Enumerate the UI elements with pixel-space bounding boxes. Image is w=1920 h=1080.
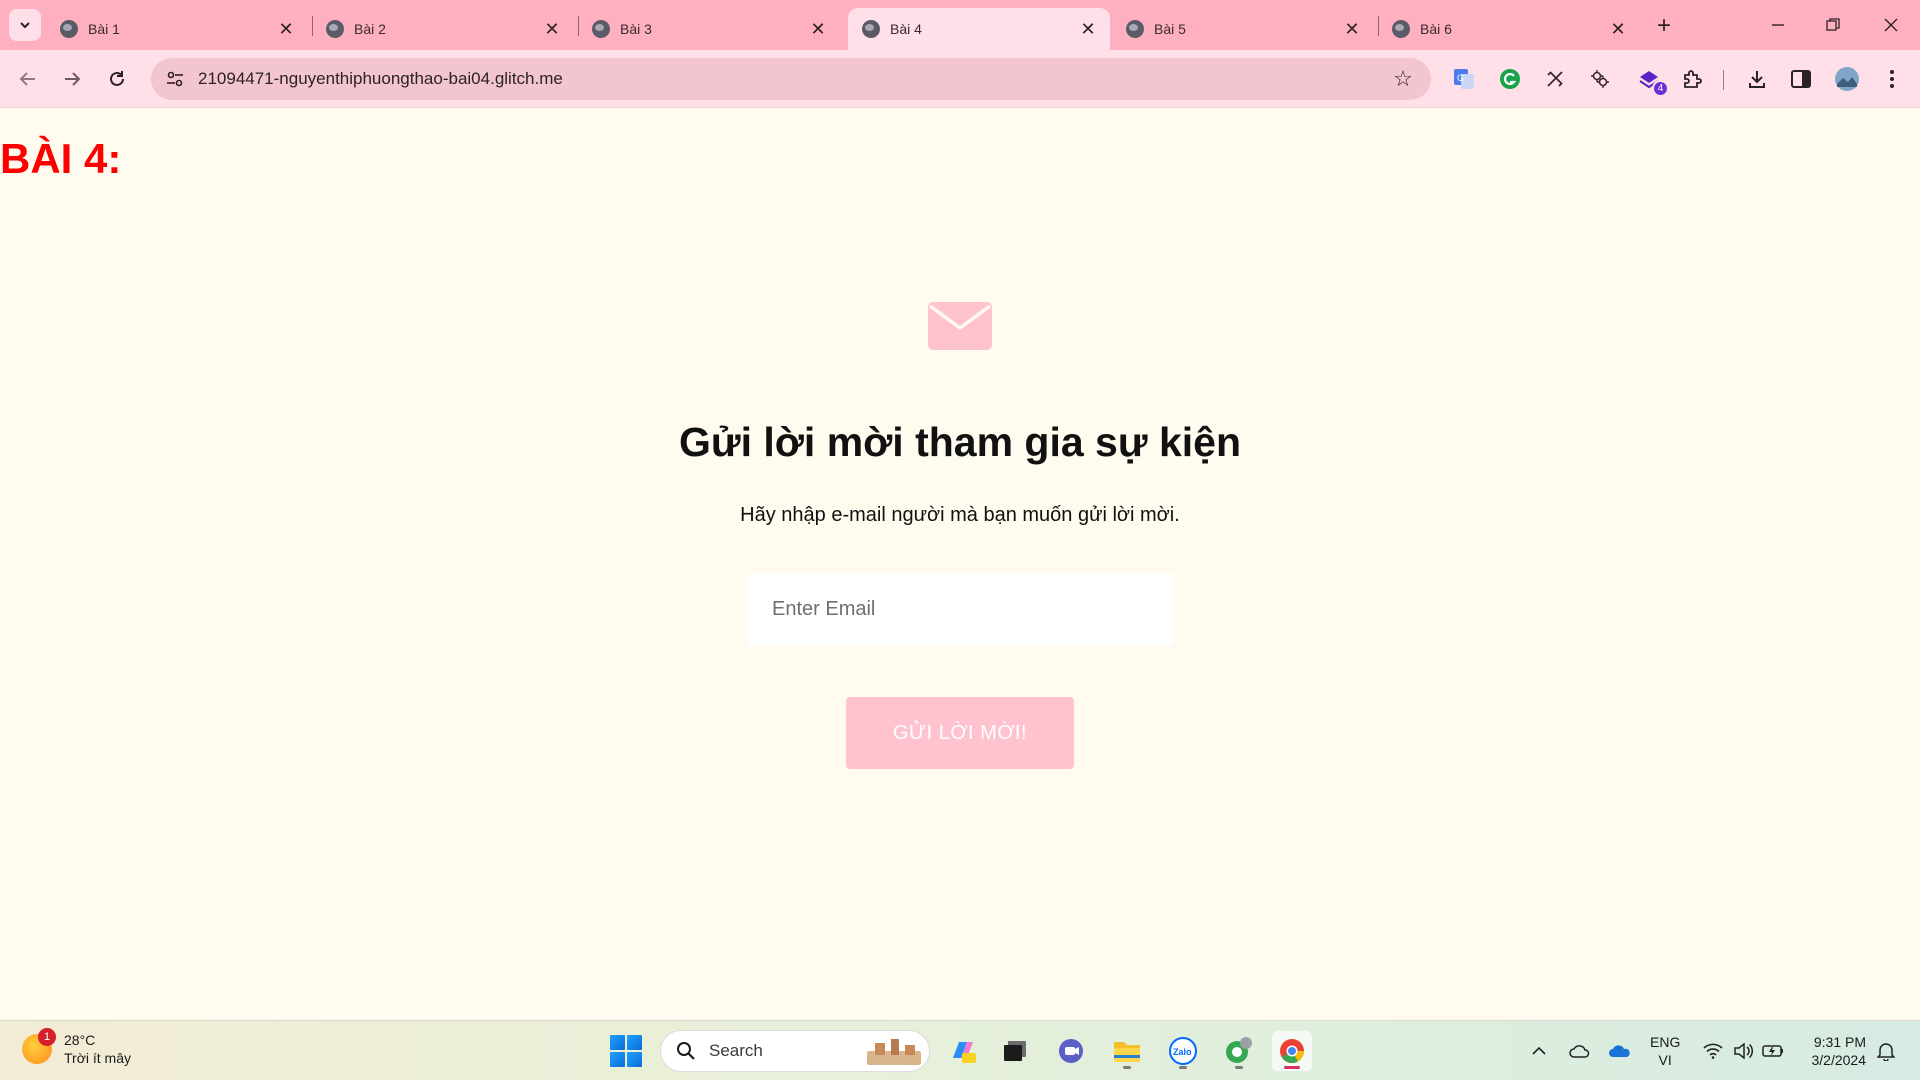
language-primary: ENG bbox=[1650, 1034, 1681, 1050]
volume-icon[interactable] bbox=[1731, 1039, 1755, 1063]
close-icon[interactable]: ✕ bbox=[808, 19, 828, 39]
close-window-button[interactable] bbox=[1868, 8, 1914, 42]
tab-bai-3[interactable]: Bài 3 ✕ bbox=[578, 8, 840, 50]
grammarly-icon[interactable] bbox=[1496, 65, 1524, 93]
site-info-icon[interactable] bbox=[162, 66, 188, 92]
clock-time: 9:31 PM bbox=[1813, 1034, 1866, 1050]
profile-avatar[interactable] bbox=[1833, 65, 1861, 93]
url-text[interactable]: 21094471-nguyenthiphuongthao-bai04.glitc… bbox=[198, 69, 1387, 89]
svg-text:Zalo: Zalo bbox=[1173, 1047, 1192, 1057]
tab-bai-4[interactable]: Bài 4 ✕ bbox=[848, 8, 1110, 50]
browser-toolbar: 21094471-nguyenthiphuongthao-bai04.glitc… bbox=[0, 50, 1920, 108]
input-language-indicator[interactable]: ENG VI bbox=[1650, 1033, 1680, 1069]
tab-title: Bài 1 bbox=[88, 21, 120, 37]
task-view-icon[interactable] bbox=[995, 1031, 1035, 1071]
google-translate-icon[interactable]: G bbox=[1450, 65, 1478, 93]
notification-bell-icon[interactable] bbox=[1874, 1039, 1898, 1063]
clock-date: 3/2/2024 bbox=[1811, 1052, 1867, 1068]
extension-badge: 4 bbox=[1652, 80, 1669, 97]
invite-description: Hãy nhập e-mail người mà bạn muốn gửi lờ… bbox=[740, 504, 1180, 526]
extensions-puzzle-icon[interactable] bbox=[1678, 65, 1706, 93]
start-button[interactable] bbox=[610, 1035, 642, 1067]
minimize-button[interactable] bbox=[1755, 8, 1801, 42]
settings-extension-icon[interactable] bbox=[1586, 65, 1614, 93]
side-panel-icon[interactable] bbox=[1787, 65, 1815, 93]
arrow-left-icon bbox=[19, 72, 35, 86]
close-icon bbox=[1884, 18, 1898, 32]
globe-icon bbox=[1126, 20, 1144, 38]
reload-icon bbox=[110, 71, 124, 86]
copilot-app-icon[interactable] bbox=[943, 1031, 983, 1071]
send-invite-button[interactable]: GỬI LỜI MỜI! bbox=[846, 697, 1074, 769]
weather-condition: Trời ít mây bbox=[64, 1050, 131, 1066]
weather-badge: 1 bbox=[38, 1028, 56, 1046]
toolbar-divider bbox=[1723, 70, 1724, 90]
tab-bai-1[interactable]: Bài 1 ✕ bbox=[46, 8, 308, 50]
close-icon[interactable]: ✕ bbox=[542, 19, 562, 39]
tab-title: Bài 4 bbox=[890, 21, 922, 37]
chrome-profile-app-icon[interactable] bbox=[1219, 1031, 1259, 1071]
file-explorer-icon[interactable] bbox=[1107, 1031, 1147, 1071]
weather-sun-icon: 1 bbox=[22, 1028, 56, 1064]
cloud-sync-icon[interactable] bbox=[1568, 1039, 1592, 1063]
tab-bai-5[interactable]: Bài 5 ✕ bbox=[1112, 8, 1374, 50]
teams-chat-icon[interactable] bbox=[1051, 1031, 1091, 1071]
restore-button[interactable] bbox=[1810, 8, 1856, 42]
globe-icon bbox=[60, 20, 78, 38]
new-tab-button[interactable]: + bbox=[1650, 12, 1678, 40]
wifi-icon[interactable] bbox=[1701, 1039, 1725, 1063]
tab-bai-6[interactable]: Bài 6 ✕ bbox=[1378, 8, 1640, 50]
search-highlight-image bbox=[867, 1039, 921, 1065]
tab-bai-2[interactable]: Bài 2 ✕ bbox=[312, 8, 574, 50]
close-icon[interactable]: ✕ bbox=[276, 19, 296, 39]
bookmark-star-icon[interactable]: ☆ bbox=[1387, 63, 1419, 95]
svg-text:G: G bbox=[1457, 73, 1464, 83]
tools-extension-icon[interactable] bbox=[1541, 65, 1569, 93]
onedrive-icon[interactable] bbox=[1608, 1039, 1632, 1063]
tab-strip: Bài 1 ✕ Bài 2 ✕ Bài 3 ✕ Bài 4 ✕ Bài 5 ✕ … bbox=[0, 0, 1920, 50]
email-input[interactable] bbox=[748, 573, 1173, 645]
globe-icon bbox=[862, 20, 880, 38]
globe-icon bbox=[592, 20, 610, 38]
page-heading: BÀI 4: bbox=[0, 135, 122, 182]
battery-charging-icon[interactable] bbox=[1761, 1039, 1785, 1063]
weather-temperature: 28°C bbox=[64, 1032, 96, 1048]
chrome-app-icon[interactable] bbox=[1272, 1031, 1312, 1071]
reload-button[interactable] bbox=[101, 63, 133, 95]
close-icon[interactable]: ✕ bbox=[1078, 19, 1098, 39]
taskbar-search[interactable]: Search bbox=[660, 1030, 930, 1072]
chevron-up-icon[interactable] bbox=[1527, 1039, 1551, 1063]
page-content: BÀI 4: Gửi lời mời tham gia sự kiện Hãy … bbox=[0, 109, 1920, 1020]
language-secondary: VI bbox=[1658, 1052, 1672, 1068]
search-icon bbox=[675, 1040, 697, 1062]
close-icon[interactable]: ✕ bbox=[1608, 19, 1628, 39]
more-menu-icon[interactable] bbox=[1878, 65, 1906, 93]
chevron-down-icon bbox=[20, 22, 30, 29]
globe-icon bbox=[1392, 20, 1410, 38]
close-icon[interactable]: ✕ bbox=[1342, 19, 1362, 39]
address-bar[interactable]: 21094471-nguyenthiphuongthao-bai04.glitc… bbox=[151, 58, 1431, 100]
taskbar-clock[interactable]: 9:31 PM 3/2/2024 bbox=[1796, 1033, 1867, 1069]
globe-icon bbox=[326, 20, 344, 38]
envelope-icon bbox=[928, 302, 992, 350]
weather-widget[interactable]: 1 28°C Trời ít mây bbox=[22, 1028, 131, 1067]
download-icon[interactable] bbox=[1743, 65, 1771, 93]
tab-title: Bài 6 bbox=[1420, 21, 1452, 37]
back-button[interactable] bbox=[12, 63, 44, 95]
tab-search-button[interactable] bbox=[9, 9, 41, 41]
purple-extension-icon[interactable]: 4 bbox=[1635, 65, 1669, 97]
restore-icon bbox=[1826, 18, 1840, 31]
minimize-icon bbox=[1772, 24, 1784, 26]
zalo-app-icon[interactable]: Zalo bbox=[1163, 1031, 1203, 1071]
invite-title: Gửi lời mời tham gia sự kiện bbox=[679, 419, 1241, 465]
arrow-right-icon bbox=[65, 72, 81, 86]
taskbar: 1 28°C Trời ít mây Search Zalo ENG VI 9:… bbox=[0, 1020, 1920, 1080]
forward-button[interactable] bbox=[56, 63, 88, 95]
tab-title: Bài 3 bbox=[620, 21, 652, 37]
taskbar-search-label: Search bbox=[709, 1041, 763, 1060]
tab-title: Bài 5 bbox=[1154, 21, 1186, 37]
tab-title: Bài 2 bbox=[354, 21, 386, 37]
